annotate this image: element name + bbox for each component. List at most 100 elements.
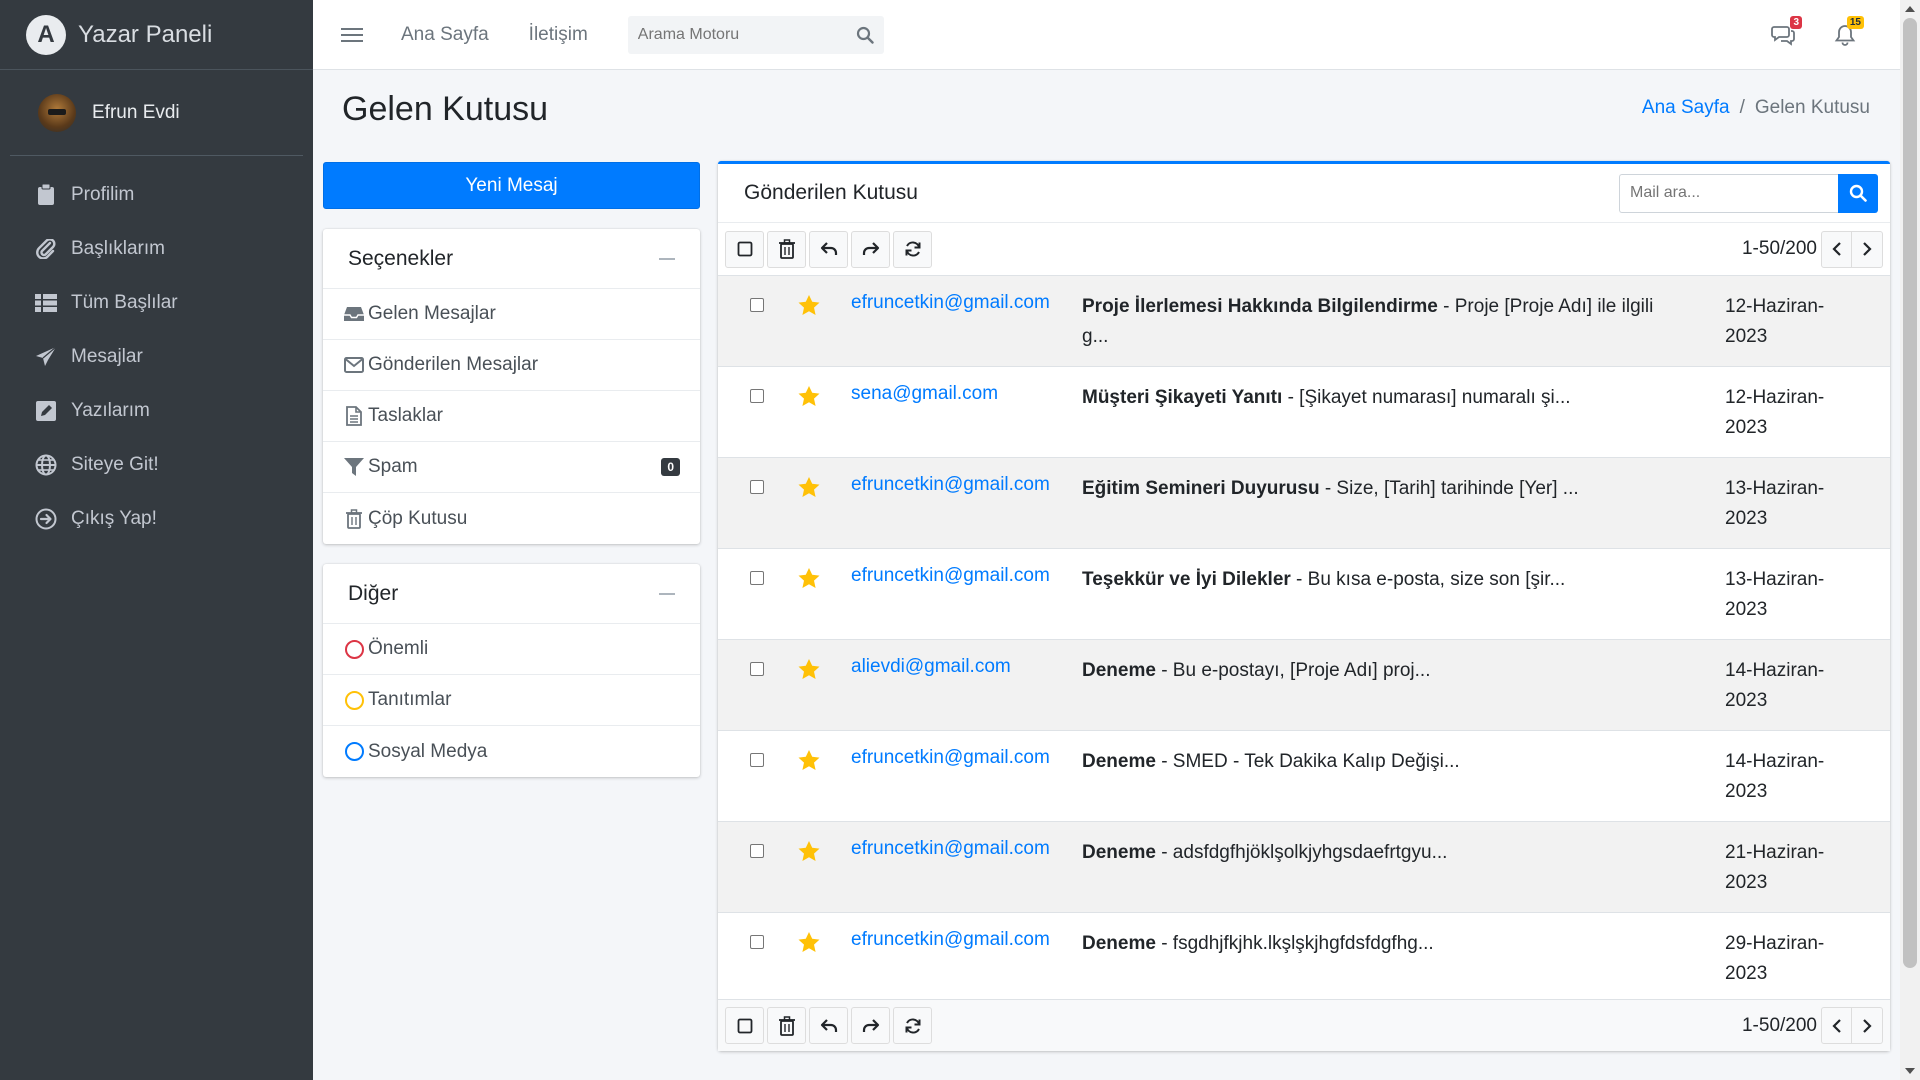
mail-row[interactable]: efruncetkin@gmail.com Proje İlerlemesi H… bbox=[718, 276, 1890, 367]
mail-preview[interactable]: Deneme - adsfdgfhjöklşolkjyhgsdaefrtgyu.… bbox=[1082, 838, 1672, 868]
sidebar-item-cikis-yap[interactable]: Çıkış Yap! bbox=[0, 492, 313, 546]
folder-spam[interactable]: Spam 0 bbox=[323, 442, 700, 493]
mail-preview[interactable]: Deneme - SMED - Tek Dakika Kalıp Değişi.… bbox=[1082, 747, 1672, 777]
sidebar-item-profilim[interactable]: Profilim bbox=[0, 168, 313, 222]
mail-sender[interactable]: efruncetkin@gmail.com bbox=[851, 929, 1050, 951]
top-right-icons: 3 15 bbox=[1770, 15, 1864, 48]
mail-row[interactable]: sena@gmail.com Müşteri Şikayeti Yanıtı -… bbox=[718, 367, 1890, 458]
star-icon[interactable] bbox=[798, 386, 820, 413]
top-search-input[interactable] bbox=[627, 25, 846, 44]
mail-preview[interactable]: Proje İlerlemesi Hakkında Bilgilendirme … bbox=[1082, 292, 1672, 352]
nav-link-iletisim[interactable]: İletişim bbox=[529, 24, 588, 46]
sidebar-item-tum-basliklar[interactable]: Tüm Başlılar bbox=[0, 276, 313, 330]
refresh-icon[interactable] bbox=[893, 1007, 932, 1044]
star-icon[interactable] bbox=[798, 477, 820, 504]
mail-sender[interactable]: efruncetkin@gmail.com bbox=[851, 474, 1050, 496]
mail-checkbox[interactable] bbox=[750, 844, 764, 858]
folder-gonderilen-mesajlar[interactable]: Gönderilen Mesajlar bbox=[323, 340, 700, 391]
avatar bbox=[38, 93, 76, 132]
mail-checkbox[interactable] bbox=[750, 480, 764, 494]
scrollbar-thumb[interactable] bbox=[1903, 18, 1917, 968]
forward-icon[interactable] bbox=[851, 230, 890, 268]
brand-link[interactable]: A Yazar Paneli bbox=[0, 0, 313, 70]
reply-icon[interactable] bbox=[809, 230, 848, 268]
collapse-icon[interactable] bbox=[659, 592, 675, 595]
user-panel[interactable]: Efrun Evdi bbox=[10, 70, 303, 156]
mail-row[interactable]: efruncetkin@gmail.com Deneme - fsgdhjfkj… bbox=[718, 913, 1890, 1004]
envelope-icon bbox=[343, 354, 365, 376]
chevron-left-icon[interactable] bbox=[1821, 230, 1852, 268]
mail-preview[interactable]: Müşteri Şikayeti Yanıtı - [Şikayet numar… bbox=[1082, 383, 1672, 413]
folder-taslaklar[interactable]: Taslaklar bbox=[323, 391, 700, 442]
star-icon[interactable] bbox=[798, 659, 820, 686]
mail-checkbox[interactable] bbox=[750, 753, 764, 767]
mail-toolbar-bottom: 1-50/200 bbox=[718, 999, 1890, 1051]
breadcrumb-separator: / bbox=[1739, 97, 1745, 118]
star-icon[interactable] bbox=[798, 568, 820, 595]
pager: 1-50/200 bbox=[1742, 1007, 1883, 1044]
scroll-up-icon[interactable] bbox=[1905, 6, 1915, 12]
mail-row[interactable]: alievdi@gmail.com Deneme - Bu e-postayı,… bbox=[718, 640, 1890, 731]
sidebar-item-basliklarim[interactable]: Başlıklarım bbox=[0, 222, 313, 276]
reply-icon[interactable] bbox=[809, 1007, 848, 1044]
scroll-down-icon[interactable] bbox=[1905, 1068, 1915, 1074]
mail-sender[interactable]: alievdi@gmail.com bbox=[851, 656, 1011, 678]
sidebar-item-mesajlar[interactable]: Mesajlar bbox=[0, 330, 313, 384]
select-all-icon[interactable] bbox=[725, 1007, 764, 1044]
refresh-icon[interactable] bbox=[893, 230, 932, 268]
star-icon[interactable] bbox=[798, 841, 820, 868]
mail-row[interactable]: efruncetkin@gmail.com Deneme - SMED - Te… bbox=[718, 731, 1890, 822]
mail-date: 13-Haziran-2023 bbox=[1725, 569, 1825, 620]
star-icon[interactable] bbox=[798, 750, 820, 777]
star-icon[interactable] bbox=[798, 295, 820, 322]
mail-checkbox[interactable] bbox=[750, 298, 764, 312]
trash-icon[interactable] bbox=[767, 1007, 806, 1044]
folder-gelen-mesajlar[interactable]: Gelen Mesajlar bbox=[323, 289, 700, 340]
mail-sender[interactable]: sena@gmail.com bbox=[851, 383, 998, 405]
other-title: Diğer bbox=[348, 581, 399, 605]
label-onemli[interactable]: Önemli bbox=[323, 624, 700, 675]
chevron-right-icon[interactable] bbox=[1852, 1007, 1883, 1044]
circle-icon bbox=[343, 638, 365, 660]
mail-row[interactable]: efruncetkin@gmail.com Eğitim Semineri Du… bbox=[718, 458, 1890, 549]
page-scrollbar[interactable] bbox=[1900, 0, 1920, 1080]
search-icon[interactable] bbox=[1838, 173, 1878, 213]
mail-sender[interactable]: efruncetkin@gmail.com bbox=[851, 747, 1050, 769]
mail-preview[interactable]: Eğitim Semineri Duyurusu - Size, [Tarih]… bbox=[1082, 474, 1672, 504]
sidebar-item-yazilarim[interactable]: Yazılarım bbox=[0, 384, 313, 438]
mail-sender[interactable]: efruncetkin@gmail.com bbox=[851, 292, 1050, 314]
mail-checkbox[interactable] bbox=[750, 571, 764, 585]
sidebar-item-label: Siteye Git! bbox=[71, 454, 159, 475]
messages-icon[interactable]: 3 bbox=[1770, 15, 1802, 48]
trash-icon[interactable] bbox=[767, 230, 806, 268]
star-icon[interactable] bbox=[798, 932, 820, 959]
nav-link-ana-sayfa[interactable]: Ana Sayfa bbox=[401, 24, 489, 46]
folder-cop-kutusu[interactable]: Çöp Kutusu bbox=[323, 493, 700, 544]
sidebar-item-siteye-git[interactable]: Siteye Git! bbox=[0, 438, 313, 492]
mail-checkbox[interactable] bbox=[750, 935, 764, 949]
mail-preview[interactable]: Deneme - Bu e-postayı, [Proje Adı] proj.… bbox=[1082, 656, 1672, 686]
label-tanitimlar[interactable]: Tanıtımlar bbox=[323, 675, 700, 726]
mail-checkbox[interactable] bbox=[750, 662, 764, 676]
mail-sender[interactable]: efruncetkin@gmail.com bbox=[851, 838, 1050, 860]
select-all-icon[interactable] bbox=[725, 230, 764, 268]
breadcrumb-home[interactable]: Ana Sayfa bbox=[1642, 97, 1730, 119]
chevron-left-icon[interactable] bbox=[1821, 1007, 1852, 1044]
collapse-icon[interactable] bbox=[659, 257, 675, 260]
chevron-right-icon[interactable] bbox=[1852, 230, 1883, 268]
mail-preview[interactable]: Teşekkür ve İyi Dilekler - Bu kısa e-pos… bbox=[1082, 565, 1672, 595]
new-message-button[interactable]: Yeni Mesaj bbox=[323, 162, 700, 209]
sign-out-icon bbox=[35, 508, 57, 530]
label-sosyal-medya[interactable]: Sosyal Medya bbox=[323, 726, 700, 777]
mail-row[interactable]: efruncetkin@gmail.com Deneme - adsfdgfhj… bbox=[718, 822, 1890, 913]
forward-icon[interactable] bbox=[851, 1007, 890, 1044]
mail-sender[interactable]: efruncetkin@gmail.com bbox=[851, 565, 1050, 587]
mail-preview[interactable]: Deneme - fsgdhjfkjhk.lkşlşkjhgfdsfdgfhg.… bbox=[1082, 929, 1672, 959]
mail-row[interactable]: efruncetkin@gmail.com Teşekkür ve İyi Di… bbox=[718, 549, 1890, 640]
mail-search-input[interactable] bbox=[1619, 173, 1838, 213]
menu-toggle-icon[interactable] bbox=[341, 27, 363, 42]
filter-icon bbox=[343, 456, 365, 478]
bell-icon[interactable]: 15 bbox=[1832, 15, 1864, 48]
mail-checkbox[interactable] bbox=[750, 389, 764, 403]
search-icon[interactable] bbox=[846, 26, 884, 44]
